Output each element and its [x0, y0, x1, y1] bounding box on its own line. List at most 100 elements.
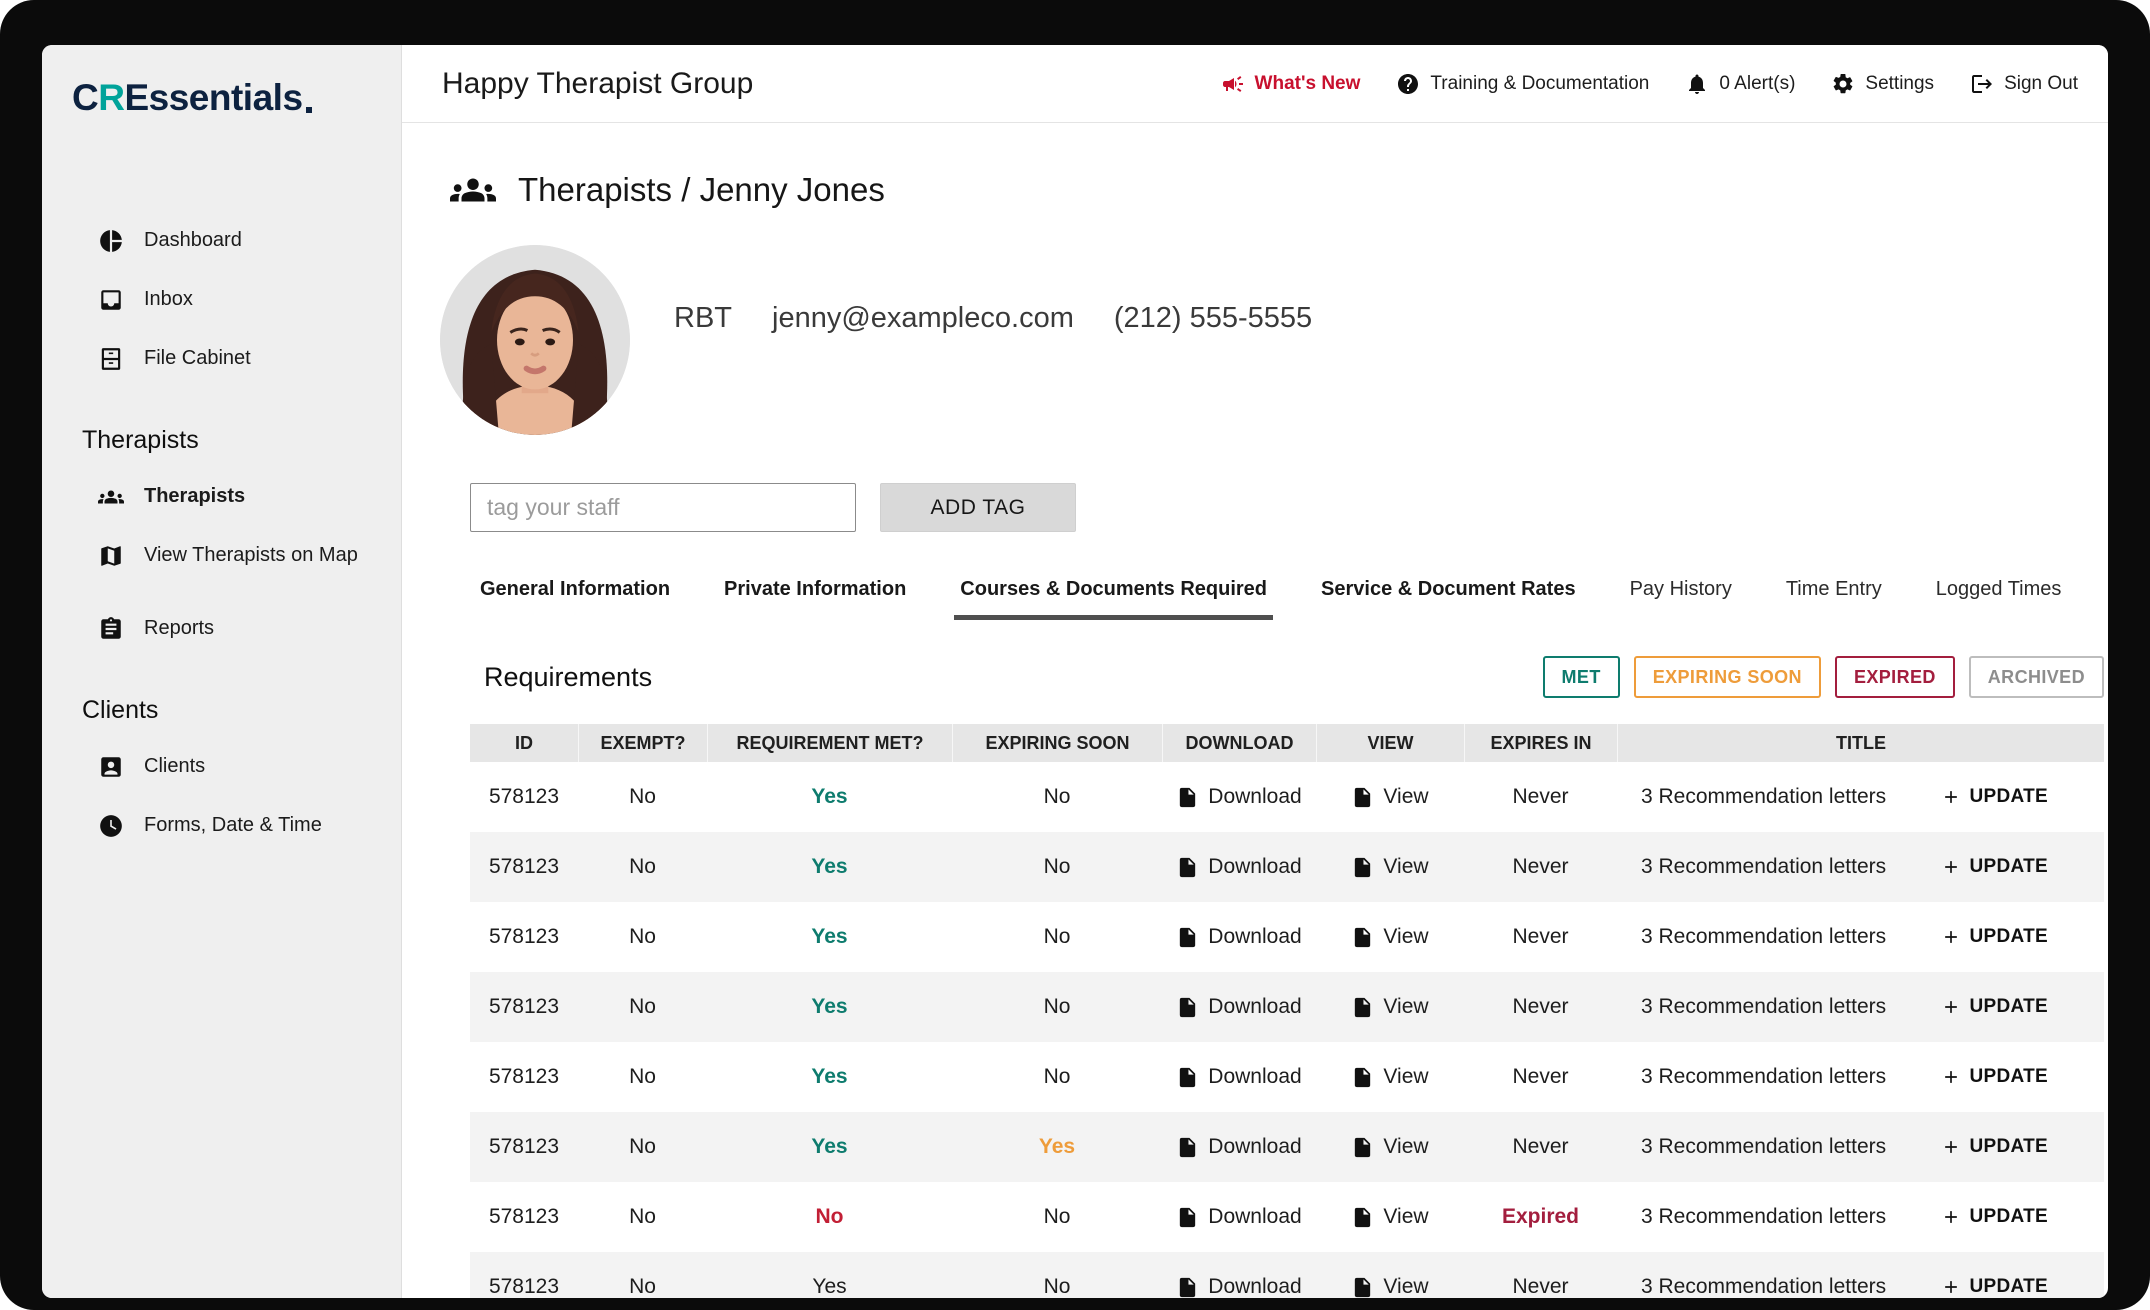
download-link[interactable]: Download	[1162, 1112, 1316, 1182]
filter-expiring-soon-button[interactable]: EXPIRING SOON	[1634, 656, 1821, 698]
view-link[interactable]: View	[1316, 1112, 1464, 1182]
filter-archived-button[interactable]: ARCHIVED	[1969, 656, 2104, 698]
tab-private-information[interactable]: Private Information	[718, 578, 912, 620]
cell-requirement-met: Yes	[707, 762, 952, 832]
credential-label: RBT	[674, 302, 732, 335]
cell-exempt: No	[578, 1112, 707, 1182]
cell-expiring-soon: No	[952, 1042, 1162, 1112]
avatar	[440, 245, 630, 435]
sidebar-item-dashboard[interactable]: Dashboard	[98, 211, 391, 270]
cell-requirement-met: Yes	[707, 902, 952, 972]
sidebar: CREssentials Dashboard Inbox File Cabine…	[42, 45, 402, 1298]
view-link[interactable]: View	[1316, 762, 1464, 832]
sign-out-link[interactable]: Sign Out	[1970, 72, 2078, 96]
tab-courses-documents-required[interactable]: Courses & Documents Required	[954, 578, 1273, 620]
update-button[interactable]: UPDATE	[1941, 1276, 2048, 1298]
megaphone-icon	[1221, 72, 1245, 96]
update-button[interactable]: UPDATE	[1941, 996, 2048, 1018]
sidebar-item-label: Reports	[144, 617, 214, 640]
alerts-link[interactable]: 0 Alert(s)	[1685, 72, 1795, 96]
window-frame: CREssentials Dashboard Inbox File Cabine…	[0, 0, 2150, 1310]
update-button[interactable]: UPDATE	[1941, 926, 2048, 948]
settings-link[interactable]: Settings	[1831, 72, 1934, 96]
download-link[interactable]: Download	[1162, 902, 1316, 972]
cell-exempt: No	[578, 1182, 707, 1252]
file-cabinet-icon	[98, 346, 124, 372]
sidebar-item-therapists[interactable]: Therapists	[98, 467, 391, 526]
sidebar-item-forms-date-time[interactable]: Forms, Date & Time	[98, 796, 391, 855]
update-label: UPDATE	[1969, 926, 2048, 948]
topnav-label: Training & Documentation	[1430, 73, 1649, 95]
view-label: View	[1383, 1065, 1428, 1089]
download-link[interactable]: Download	[1162, 972, 1316, 1042]
cell-expiring-soon: No	[952, 1252, 1162, 1298]
update-label: UPDATE	[1969, 1136, 2048, 1158]
tab-general-information[interactable]: General Information	[474, 578, 676, 620]
tab-time-entry[interactable]: Time Entry	[1780, 578, 1888, 620]
download-link[interactable]: Download	[1162, 762, 1316, 832]
view-link[interactable]: View	[1316, 1252, 1464, 1298]
filter-expired-button[interactable]: EXPIRED	[1835, 656, 1955, 698]
topnav-label: Sign Out	[2004, 73, 2078, 95]
cell-id: 578123	[470, 972, 578, 1042]
help-circle-icon	[1396, 72, 1420, 96]
sidebar-item-reports[interactable]: Reports	[98, 599, 391, 658]
document-icon	[1176, 856, 1199, 879]
sidebar-item-inbox[interactable]: Inbox	[98, 270, 391, 329]
sidebar-item-file-cabinet[interactable]: File Cabinet	[98, 329, 391, 388]
filter-met-button[interactable]: MET	[1543, 656, 1620, 698]
cell-title: 3 Recommendation letters UPDATE	[1617, 762, 2104, 832]
update-button[interactable]: UPDATE	[1941, 1206, 2048, 1228]
organization-title: Happy Therapist Group	[442, 67, 1221, 101]
update-button[interactable]: UPDATE	[1941, 856, 2048, 878]
add-tag-button[interactable]: ADD TAG	[880, 483, 1076, 532]
tab-pay-history[interactable]: Pay History	[1624, 578, 1738, 620]
view-link[interactable]: View	[1316, 1042, 1464, 1112]
app-logo[interactable]: CREssentials	[72, 45, 391, 145]
download-link[interactable]: Download	[1162, 1252, 1316, 1298]
cell-title: 3 Recommendation letters UPDATE	[1617, 972, 2104, 1042]
download-link[interactable]: Download	[1162, 832, 1316, 902]
cell-expires-in: Never	[1464, 1042, 1617, 1112]
download-label: Download	[1208, 995, 1301, 1019]
map-icon	[98, 543, 124, 569]
view-link[interactable]: View	[1316, 1182, 1464, 1252]
document-icon	[1176, 1066, 1199, 1089]
topbar: Happy Therapist Group What's New Trainin…	[402, 45, 2108, 123]
sidebar-heading-clients: Clients	[82, 696, 391, 725]
table-row: 578123 No Yes No Download View Never 3 R…	[470, 832, 2104, 902]
people-icon	[98, 484, 124, 510]
logo-trademark-dot	[306, 107, 312, 113]
requirement-title-text: 3 Recommendation letters	[1641, 855, 1886, 879]
column-header-exempt: EXEMPT?	[578, 724, 707, 762]
tab-service-document-rates[interactable]: Service & Document Rates	[1315, 578, 1582, 620]
view-link[interactable]: View	[1316, 832, 1464, 902]
update-button[interactable]: UPDATE	[1941, 1136, 2048, 1158]
tag-input[interactable]	[470, 483, 856, 532]
cell-expires-in: Never	[1464, 1252, 1617, 1298]
view-link[interactable]: View	[1316, 902, 1464, 972]
sidebar-item-view-therapists-on-map[interactable]: View Therapists on Map	[98, 526, 391, 585]
cell-expiring-soon: No	[952, 972, 1162, 1042]
document-icon	[1176, 786, 1199, 809]
column-header-expires-in: EXPIRES IN	[1464, 724, 1617, 762]
cell-requirement-met: Yes	[707, 972, 952, 1042]
download-link[interactable]: Download	[1162, 1042, 1316, 1112]
cell-id: 578123	[470, 832, 578, 902]
update-button[interactable]: UPDATE	[1941, 1066, 2048, 1088]
plus-icon	[1941, 927, 1961, 947]
sidebar-item-clients[interactable]: Clients	[98, 737, 391, 796]
view-link[interactable]: View	[1316, 972, 1464, 1042]
document-icon	[1176, 926, 1199, 949]
whats-new-link[interactable]: What's New	[1221, 72, 1361, 96]
cell-title: 3 Recommendation letters UPDATE	[1617, 1252, 2104, 1298]
topbar-nav: What's New Training & Documentation 0 Al…	[1221, 72, 2078, 96]
tab-logged-times[interactable]: Logged Times	[1930, 578, 2068, 620]
cell-requirement-met: Yes	[707, 832, 952, 902]
topnav-label: Settings	[1865, 73, 1934, 95]
training-documentation-link[interactable]: Training & Documentation	[1396, 72, 1649, 96]
download-link[interactable]: Download	[1162, 1182, 1316, 1252]
phone-text: (212) 555-5555	[1114, 302, 1312, 335]
update-button[interactable]: UPDATE	[1941, 786, 2048, 808]
cell-title: 3 Recommendation letters UPDATE	[1617, 902, 2104, 972]
